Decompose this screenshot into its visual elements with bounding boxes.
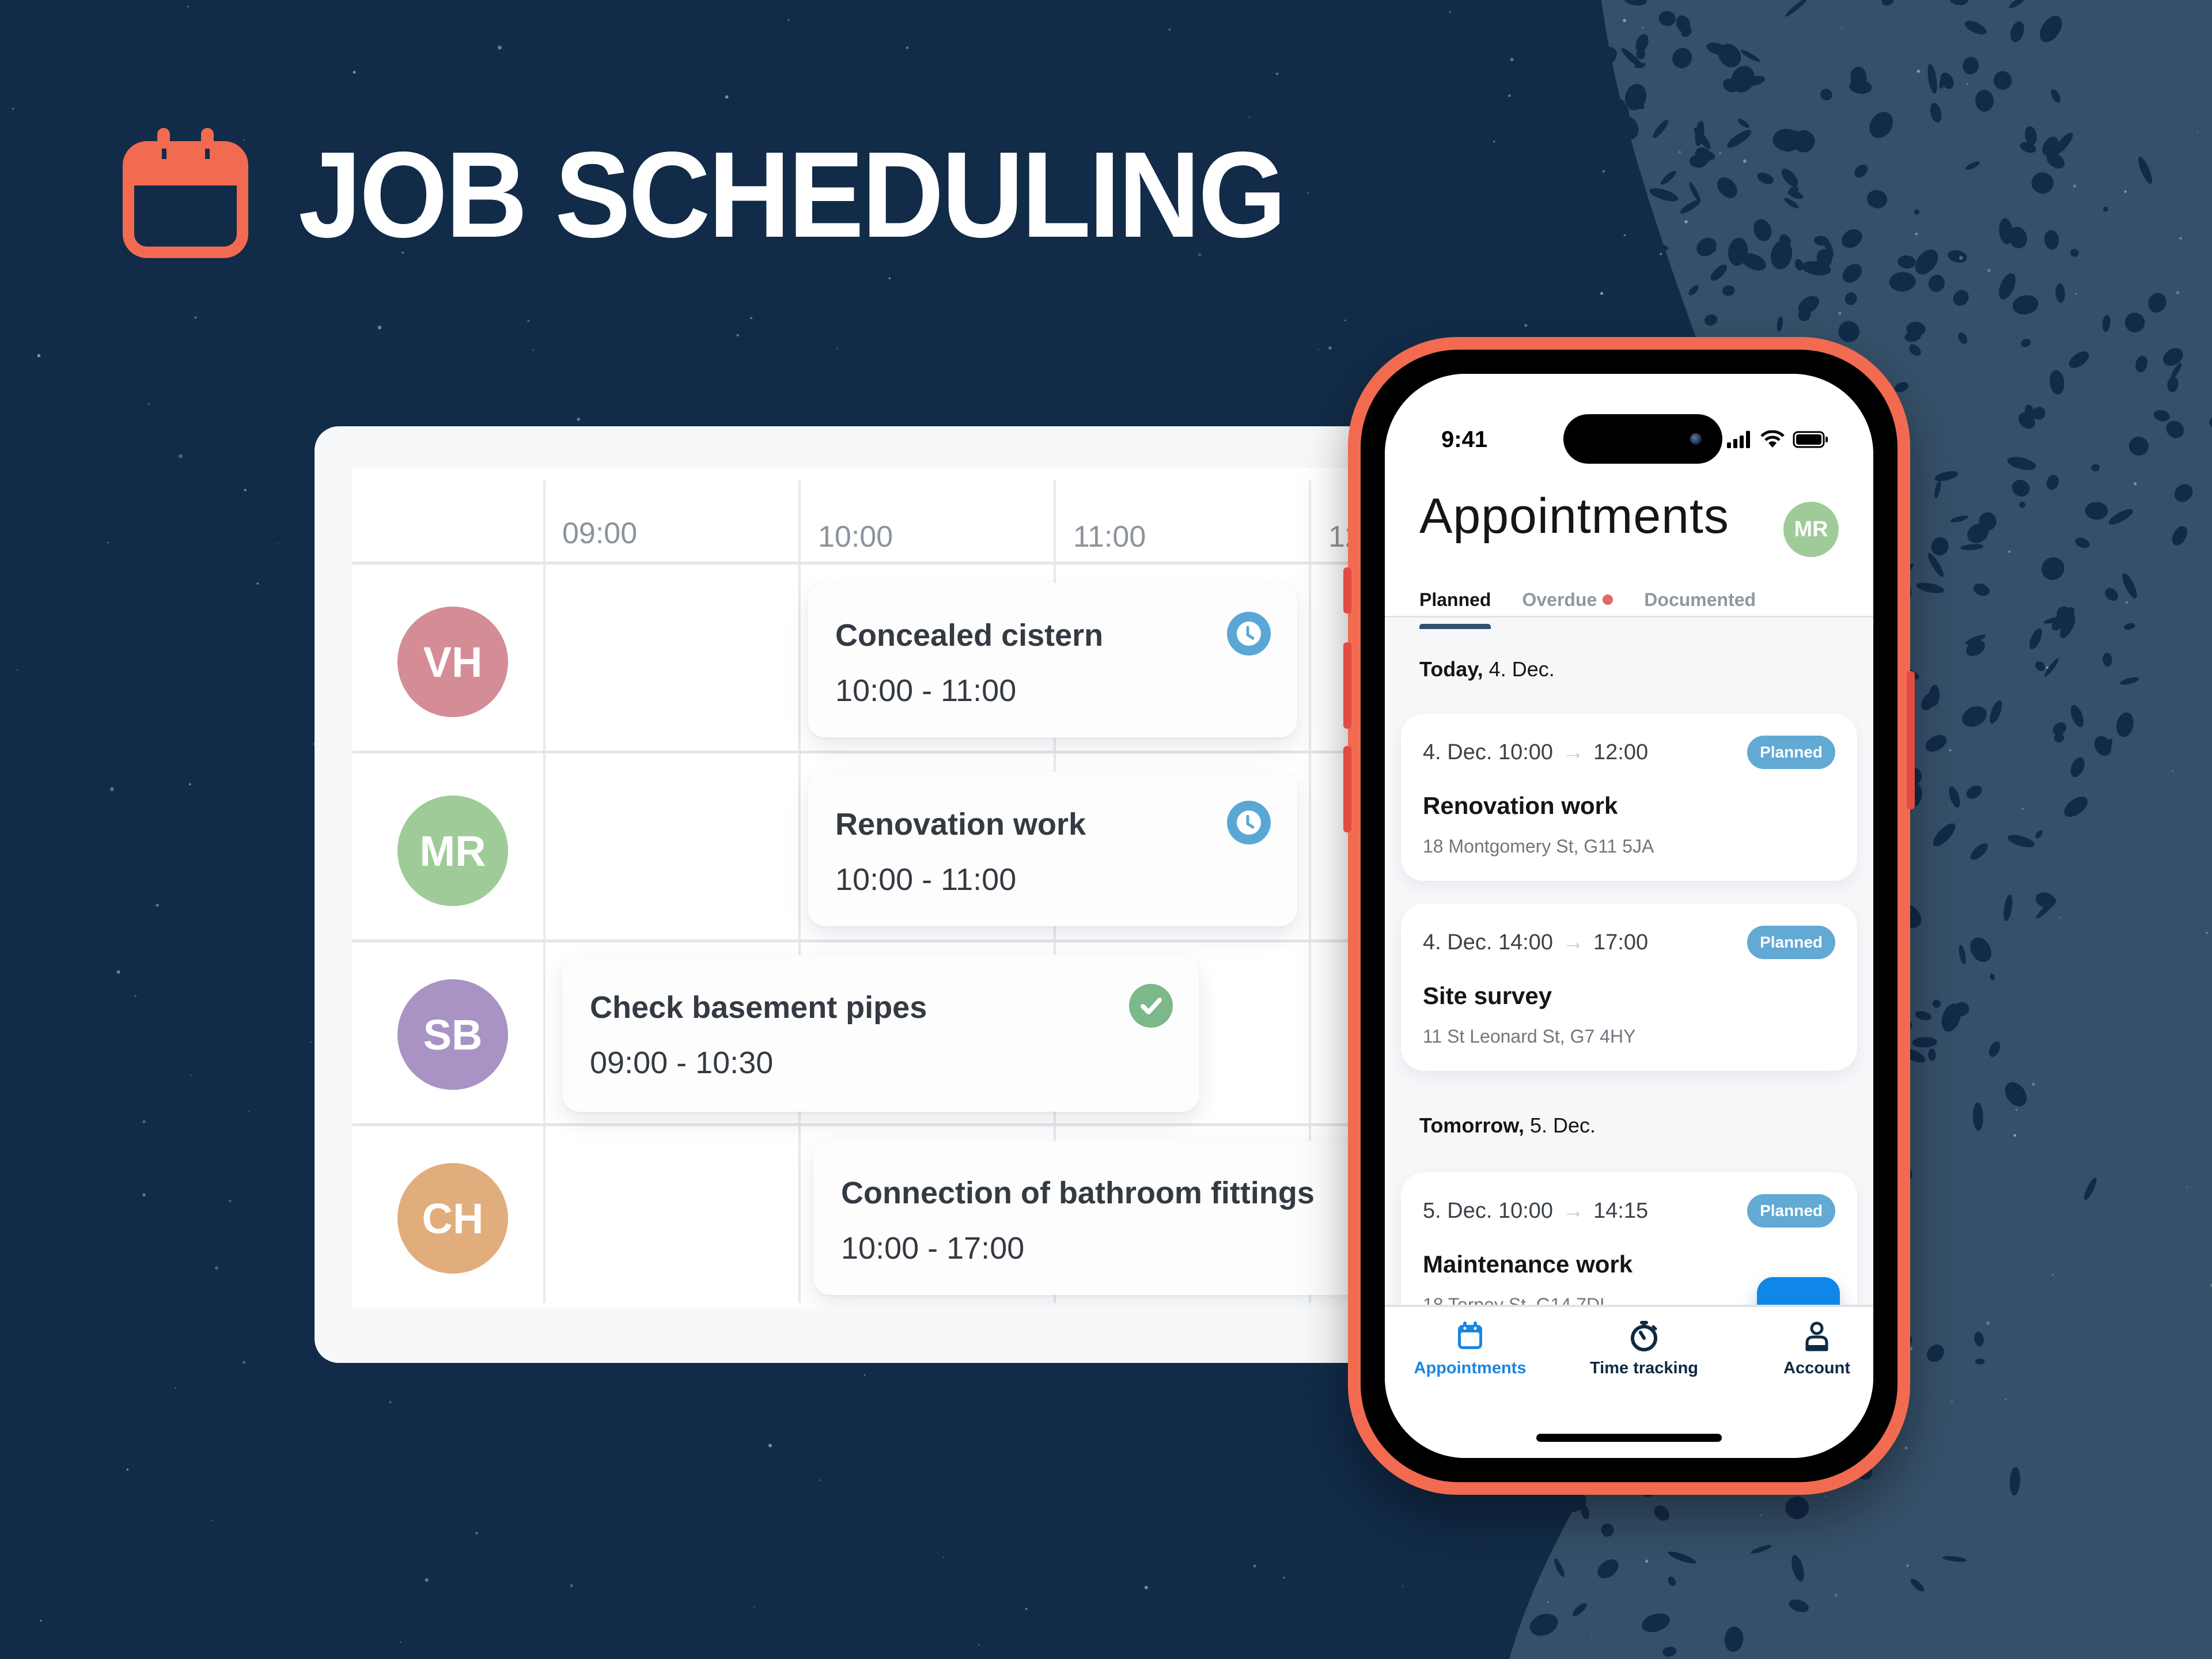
tab-label: Planned [1419, 589, 1491, 610]
signal-icon [1727, 431, 1750, 448]
calendar-icon [123, 128, 248, 258]
phone-side-button [1343, 567, 1351, 613]
appointment-time: 4. Dec. 14:00 → 17:00 [1423, 930, 1648, 955]
appointment-card[interactable]: 4. Dec. 14:00 → 17:00 Planned Site survey … [1401, 904, 1857, 1071]
scheduler-panel: 09:00 10:00 11:00 12:00 VH Concealed cis… [315, 426, 1409, 1363]
appointment-start: 4. Dec. 14:00 [1423, 930, 1554, 955]
nav-label: Appointments [1414, 1359, 1527, 1377]
avatar[interactable]: CH [397, 1163, 508, 1274]
nav-time-tracking[interactable]: Time tracking [1558, 1319, 1730, 1378]
section-heading-day: Today, [1419, 657, 1483, 681]
tab-overdue[interactable]: Overdue [1522, 589, 1613, 630]
status-icons [1727, 430, 1828, 449]
notification-dot [1603, 594, 1613, 605]
appointment-start: 5. Dec. 10:00 [1423, 1199, 1554, 1223]
phone-side-button [1343, 746, 1351, 832]
event-time: 10:00 - 11:00 [835, 673, 1017, 708]
phone-side-button [1343, 642, 1351, 729]
appointment-end: 12:00 [1593, 740, 1649, 764]
event-time: 10:00 - 11:00 [835, 862, 1017, 897]
user-icon [1805, 1321, 1828, 1351]
battery-icon [1793, 431, 1828, 448]
event-card[interactable]: Check basement pipes 09:00 - 10:30 [562, 955, 1199, 1112]
row-divider [353, 1123, 1409, 1126]
appointment-start: 4. Dec. 10:00 [1423, 740, 1554, 764]
appointment-address: 18 Montgomery St, G11 5JA [1423, 836, 1654, 857]
row-divider [353, 751, 1409, 753]
status-badge: Planned [1747, 926, 1835, 959]
event-card[interactable]: Concealed cistern 10:00 - 11:00 [808, 583, 1297, 737]
appointment-title: Renovation work [1423, 792, 1618, 819]
grid-line [798, 480, 801, 1303]
app-header: 9:41 Appointments MR Planned Overdue Doc… [1385, 374, 1873, 629]
arrow-right-icon: → [1562, 740, 1585, 764]
clock-icon [1227, 801, 1271, 844]
time-column-header: 09:00 [562, 517, 638, 550]
appointment-address: 11 St Leonard St, G7 4HY [1423, 1026, 1636, 1047]
phone-side-button [1907, 671, 1915, 809]
tab-planned[interactable]: Planned [1419, 589, 1491, 630]
stopwatch-icon [1631, 1321, 1657, 1351]
appointment-time: 4. Dec. 10:00 → 12:00 [1423, 740, 1648, 765]
time-column-header: 10:00 [818, 520, 893, 554]
section-heading: Today, 4. Dec. [1419, 657, 1555, 681]
event-title: Check basement pipes [590, 990, 927, 1025]
avatar[interactable]: SB [397, 979, 508, 1090]
nav-account[interactable]: Account [1730, 1319, 1873, 1378]
status-time: 9:41 [1441, 427, 1488, 452]
profile-avatar[interactable]: MR [1783, 502, 1839, 557]
appointment-end: 14:15 [1593, 1199, 1649, 1223]
camera-icon [1690, 433, 1702, 445]
appointment-card[interactable]: 4. Dec. 10:00 → 12:00 Planned Renovation w… [1401, 714, 1857, 881]
arrow-right-icon: → [1562, 930, 1585, 955]
avatar[interactable]: MR [397, 796, 508, 906]
section-heading: Tomorrow, 5. Dec. [1419, 1113, 1596, 1138]
bottom-navigation: Appointments Time tracking Account [1385, 1305, 1873, 1458]
status-badge: Planned [1747, 736, 1835, 769]
phone-mockup: 9:41 Appointments MR Planned Overdue Doc… [1343, 337, 1915, 1495]
tab-label: Documented [1644, 589, 1756, 610]
row-divider [353, 940, 1409, 942]
appointment-time: 5. Dec. 10:00 → 14:15 [1423, 1199, 1648, 1224]
appointment-title: Site survey [1423, 982, 1552, 1009]
phone-screen: 9:41 Appointments MR Planned Overdue Doc… [1385, 374, 1873, 1458]
avatar[interactable]: VH [397, 607, 508, 717]
event-title: Connection of bathroom fittings [841, 1176, 1315, 1210]
appointment-end: 17:00 [1593, 930, 1649, 955]
event-title: Concealed cistern [835, 618, 1104, 653]
section-heading-date: 5. Dec. [1524, 1113, 1596, 1137]
event-time: 10:00 - 17:00 [841, 1231, 1025, 1266]
event-time: 09:00 - 10:30 [590, 1046, 774, 1080]
row-divider [353, 562, 1409, 565]
nav-label: Account [1783, 1359, 1850, 1377]
clock-icon [1227, 612, 1271, 656]
grid-line [543, 480, 546, 1303]
event-card[interactable]: Renovation work 10:00 - 11:00 [808, 772, 1297, 926]
section-heading-day: Tomorrow, [1419, 1113, 1524, 1137]
phone-bezel: 9:41 Appointments MR Planned Overdue Doc… [1361, 350, 1897, 1482]
screen-title: Appointments [1419, 488, 1729, 544]
tab-documented[interactable]: Documented [1644, 589, 1756, 630]
appointment-title: Maintenance work [1423, 1251, 1633, 1278]
arrow-right-icon: → [1562, 1199, 1585, 1223]
wifi-icon [1760, 430, 1785, 448]
dynamic-island [1563, 414, 1722, 464]
section-heading-date: 4. Dec. [1483, 657, 1555, 681]
page-title: JOB SCHEDULING [298, 126, 1286, 263]
time-column-header: 11:00 [1073, 520, 1146, 554]
check-icon [1129, 984, 1173, 1028]
nav-label: Time tracking [1589, 1359, 1699, 1377]
tab-bar: Planned Overdue Documented [1419, 589, 1787, 630]
tab-label: Overdue [1522, 589, 1597, 610]
home-indicator [1536, 1434, 1722, 1442]
calendar-icon [1458, 1321, 1482, 1349]
status-badge: Planned [1747, 1194, 1835, 1228]
scheduler-grid: 09:00 10:00 11:00 12:00 VH Concealed cis… [353, 468, 1409, 1309]
event-title: Renovation work [835, 807, 1086, 842]
nav-appointments[interactable]: Appointments [1385, 1319, 1556, 1378]
event-card[interactable]: Connection of bathroom fittings 10:00 - … [813, 1141, 1409, 1295]
